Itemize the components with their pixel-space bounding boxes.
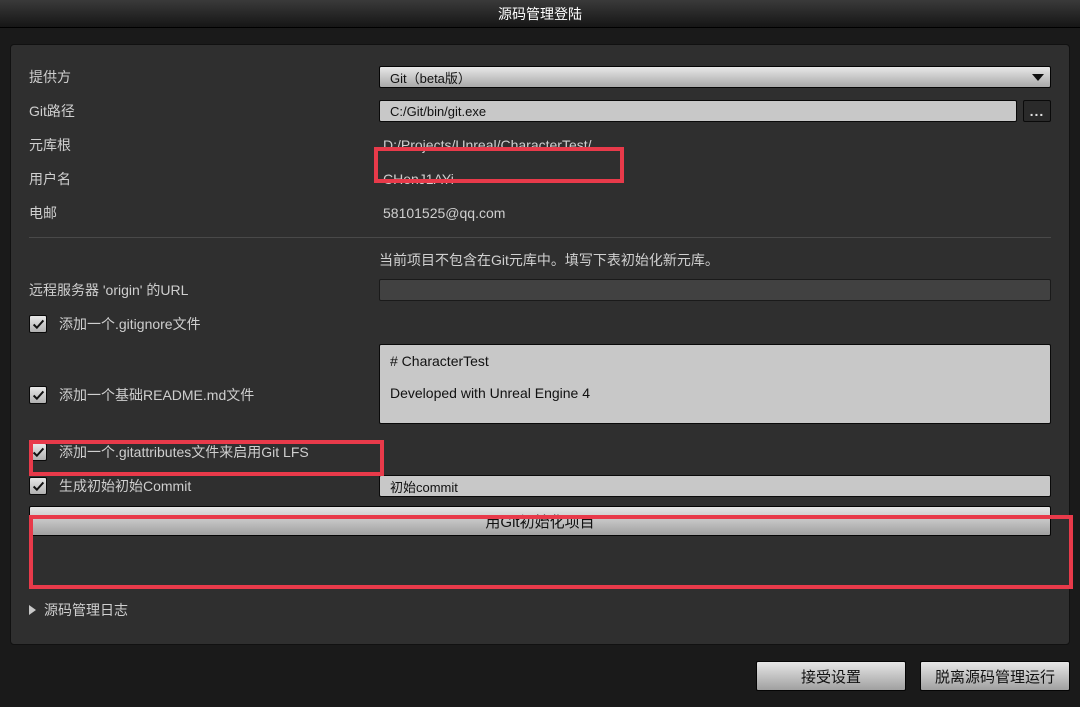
origin-url-row: 远程服务器 'origin' 的URL <box>29 276 1051 304</box>
repo-root-value: D:/Projects/Unreal/CharacterTest/ <box>379 137 592 153</box>
window-title: 源码管理登陆 <box>498 4 582 24</box>
readme-checkbox[interactable] <box>29 386 47 404</box>
email-value: 58101525@qq.com <box>379 205 505 221</box>
readme-textarea[interactable] <box>379 344 1051 424</box>
title-bar: 源码管理登陆 <box>0 0 1080 28</box>
gitattributes-checkbox[interactable] <box>29 443 47 461</box>
gitattributes-row: 添加一个.gitattributes文件来启用Git LFS <box>29 438 1051 466</box>
divider <box>29 237 1051 238</box>
provider-label: 提供方 <box>29 67 379 87</box>
gitignore-checkbox[interactable] <box>29 315 47 333</box>
log-label: 源码管理日志 <box>44 600 128 620</box>
email-row: 电邮 58101525@qq.com <box>29 199 1051 227</box>
origin-url-label: 远程服务器 'origin' 的URL <box>29 280 379 300</box>
check-icon <box>32 389 45 402</box>
check-icon <box>32 318 45 331</box>
initial-commit-label: 生成初始初始Commit <box>59 476 191 496</box>
username-row: 用户名 CHenJ1AYi <box>29 165 1051 193</box>
gitignore-label: 添加一个.gitignore文件 <box>59 314 201 334</box>
username-value: CHenJ1AYi <box>379 171 454 187</box>
git-path-label: Git路径 <box>29 101 379 121</box>
readme-label: 添加一个基础README.md文件 <box>59 385 254 405</box>
readme-row: 添加一个基础README.md文件 <box>29 344 1051 424</box>
repo-root-row: 元库根 D:/Projects/Unreal/CharacterTest/ <box>29 131 1051 159</box>
provider-row: 提供方 Git（beta版） <box>29 63 1051 91</box>
gitignore-row: 添加一个.gitignore文件 <box>29 310 1051 338</box>
status-text: 当前项目不包含在Git元库中。填写下表初始化新元库。 <box>379 250 1051 270</box>
main-panel: 提供方 Git（beta版） Git路径 ... 元库根 D:/Projects… <box>10 44 1070 645</box>
footer: 接受设置 脱离源码管理运行 <box>0 655 1080 707</box>
initial-commit-row: 生成初始初始Commit <box>29 472 1051 500</box>
provider-selected: Git（beta版） <box>390 68 471 87</box>
git-path-row: Git路径 ... <box>29 97 1051 125</box>
git-path-input[interactable] <box>379 100 1017 122</box>
email-label: 电邮 <box>29 203 379 223</box>
username-label: 用户名 <box>29 169 379 189</box>
origin-url-input[interactable] <box>379 279 1051 301</box>
initial-commit-checkbox[interactable] <box>29 477 47 495</box>
check-icon <box>32 446 45 459</box>
gitattributes-label: 添加一个.gitattributes文件来启用Git LFS <box>59 442 309 462</box>
run-without-button[interactable]: 脱离源码管理运行 <box>920 661 1070 691</box>
chevron-down-icon <box>1032 74 1044 81</box>
check-icon <box>32 480 45 493</box>
provider-dropdown[interactable]: Git（beta版） <box>379 66 1051 88</box>
initial-commit-input[interactable] <box>379 475 1051 497</box>
source-control-login-window: 源码管理登陆 提供方 Git（beta版） Git路径 ... 元库根 D:/P… <box>0 0 1080 707</box>
source-control-log-expander[interactable]: 源码管理日志 <box>29 600 128 620</box>
browse-git-path-button[interactable]: ... <box>1023 100 1051 122</box>
initialize-git-button[interactable]: 用Git初始化项目 <box>29 506 1051 536</box>
repo-root-label: 元库根 <box>29 135 379 155</box>
expand-right-icon <box>29 605 36 615</box>
accept-button[interactable]: 接受设置 <box>756 661 906 691</box>
